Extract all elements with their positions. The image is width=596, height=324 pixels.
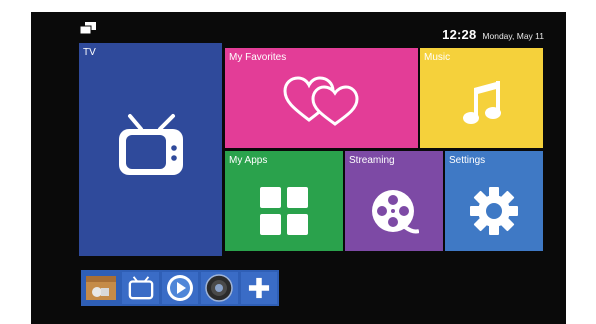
speaker-icon (205, 274, 234, 302)
music-note-icon (463, 81, 501, 124)
windows-icon[interactable] (79, 22, 97, 36)
tile-streaming[interactable]: Streaming (345, 151, 443, 251)
tile-music-label: Music (424, 52, 451, 63)
dock-item-add[interactable] (240, 272, 278, 304)
dock-item-speaker[interactable] (201, 272, 238, 304)
home-screen: 12:28 Monday, May 11 TV My Favorites Mus… (31, 12, 566, 324)
tile-my-apps-label: My Apps (229, 155, 268, 166)
dock-item-player[interactable] (161, 272, 199, 304)
tile-tv[interactable]: TV (79, 43, 222, 256)
dock-item-tv[interactable] (122, 272, 159, 304)
tile-my-apps[interactable]: My Apps (225, 151, 343, 251)
clock-time: 12:28 (442, 27, 477, 42)
plus-icon (248, 277, 269, 299)
tile-favorites[interactable]: My Favorites (225, 48, 418, 148)
grid-icon (260, 187, 308, 235)
play-icon (167, 275, 194, 301)
tv-icon (128, 276, 153, 300)
gear-icon (470, 187, 518, 235)
tile-tv-label: TV (83, 47, 96, 58)
tv-icon (119, 114, 183, 175)
tile-streaming-label: Streaming (349, 155, 395, 166)
dock-item-file-manager[interactable] (83, 272, 120, 304)
hearts-icon (283, 76, 359, 126)
tile-favorites-label: My Favorites (229, 52, 287, 63)
tile-settings-label: Settings (449, 155, 486, 166)
file-manager-icon (86, 276, 117, 300)
app-dock (81, 270, 279, 306)
tile-settings[interactable]: Settings (445, 151, 543, 251)
clock-date: Monday, May 11 (482, 31, 544, 41)
clock: 12:28 Monday, May 11 (442, 27, 544, 42)
tile-music[interactable]: Music (420, 48, 543, 148)
film-reel-icon (372, 190, 419, 234)
